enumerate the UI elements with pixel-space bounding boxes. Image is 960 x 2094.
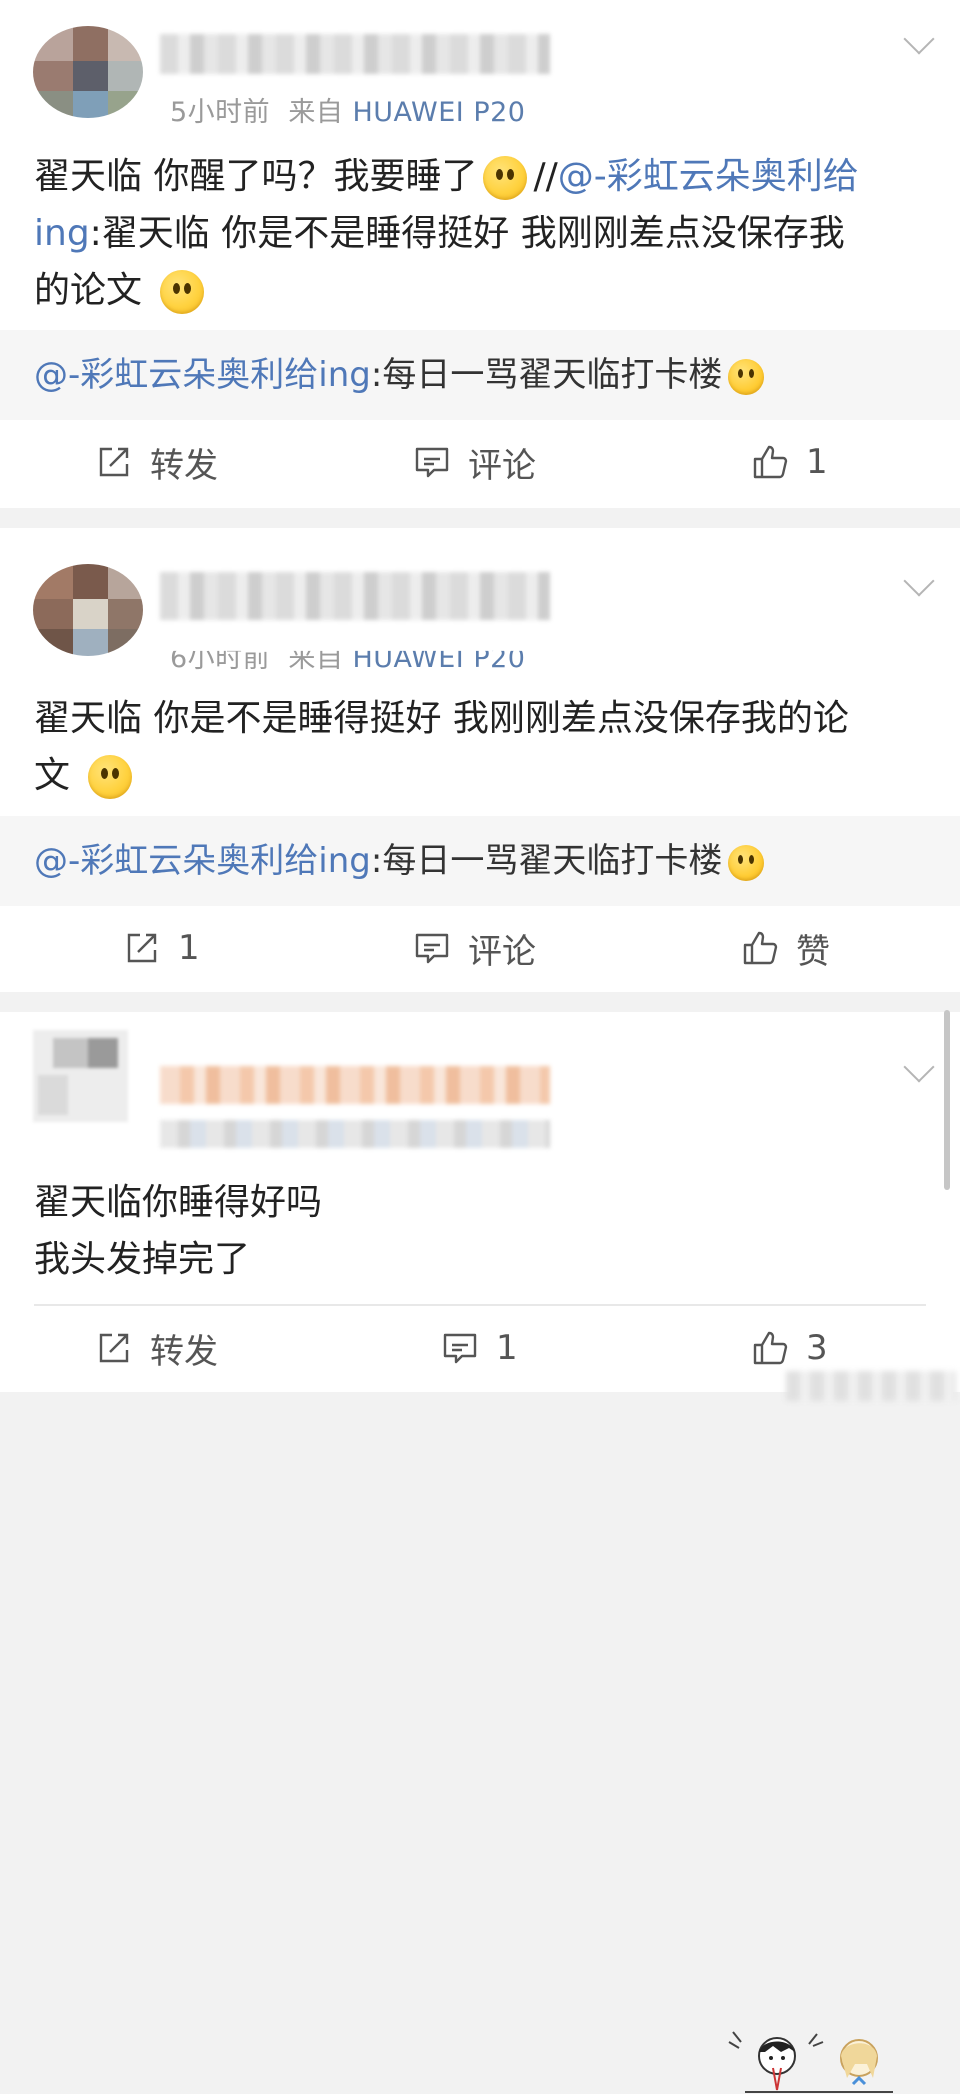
repost-source-text: :每日一骂翟天临打卡楼 bbox=[370, 841, 723, 881]
thumbs-up-icon bbox=[753, 445, 788, 479]
thinking-emoji-icon bbox=[728, 844, 765, 881]
repost-source-bar[interactable]: @-彩虹云朵奥利给ing:每日一骂翟天临打卡楼 bbox=[0, 330, 960, 420]
comment-count: 1 bbox=[496, 1328, 518, 1368]
mention-link-tail[interactable]: ing bbox=[34, 213, 90, 254]
avatar[interactable] bbox=[33, 1030, 128, 1122]
post-text: 翟天临你睡得好吗 bbox=[34, 1182, 323, 1223]
post-text: 翟天临 你醒了吗？我要睡了 bbox=[34, 156, 478, 197]
mention-link[interactable]: @-彩虹云朵奥利给 bbox=[558, 156, 859, 197]
username-blurred[interactable] bbox=[160, 34, 550, 74]
post-time: 6小时前 bbox=[170, 643, 271, 674]
repost-label: 转发 bbox=[150, 445, 218, 486]
post-device[interactable]: HUAWEI P20 bbox=[352, 651, 525, 674]
meta-blurred bbox=[160, 1120, 550, 1148]
post-time: 5小时前 bbox=[170, 97, 271, 128]
scrollbar[interactable] bbox=[944, 1010, 950, 1190]
comment-button[interactable]: 评论 bbox=[414, 420, 536, 504]
smile-emoji-icon bbox=[483, 156, 528, 200]
thumbs-up-icon bbox=[743, 931, 778, 965]
smile-emoji-icon bbox=[160, 270, 205, 314]
like-count: 3 bbox=[806, 1328, 828, 1368]
repost-source-link[interactable]: @-彩虹云朵奥利给ing bbox=[34, 841, 371, 881]
repost-count: 1 bbox=[178, 928, 200, 968]
comment-bubble-icon bbox=[443, 1333, 477, 1364]
comment-bubble-icon bbox=[415, 933, 449, 964]
post-content: 翟天临你睡得好吗 我头发掉完了 bbox=[34, 1174, 920, 1288]
post-source-label: 来自 bbox=[288, 643, 344, 674]
post-text: 文 bbox=[34, 755, 71, 796]
repost-source-link[interactable]: @-彩虹云朵奥利给ing bbox=[34, 355, 371, 395]
action-bar: 转发 评论 1 bbox=[0, 420, 960, 504]
comment-button[interactable]: 1 bbox=[442, 1306, 518, 1390]
thumbs-up-icon bbox=[753, 1331, 788, 1365]
repost-button[interactable]: 1 bbox=[124, 906, 200, 990]
thinking-emoji-icon bbox=[728, 358, 765, 395]
like-count: 1 bbox=[806, 442, 828, 482]
post-text: :翟天临 你是不是睡得挺好 我刚刚差点没保存我 bbox=[89, 213, 845, 254]
username-blurred[interactable] bbox=[160, 1066, 550, 1104]
avatar[interactable] bbox=[33, 26, 143, 118]
post-card: 6小时前 来自 HUAWEI P20 翟天临 你是不是睡得挺好 我刚刚差点没保存… bbox=[0, 528, 960, 992]
comment-bubble-icon bbox=[415, 447, 449, 478]
watermark-blurred bbox=[786, 1371, 956, 1401]
comment-label: 评论 bbox=[468, 445, 536, 486]
smile-emoji-icon bbox=[88, 755, 133, 799]
like-button[interactable]: 赞 bbox=[742, 906, 830, 990]
like-label: 赞 bbox=[796, 931, 830, 972]
post-text: 翟天临 你是不是睡得挺好 我刚刚差点没保存我的论 bbox=[34, 698, 849, 739]
share-out-icon bbox=[99, 1333, 129, 1363]
chevron-down-icon[interactable] bbox=[903, 1051, 935, 1083]
avatar[interactable] bbox=[33, 564, 143, 656]
chevron-down-icon[interactable] bbox=[903, 565, 935, 597]
post-device[interactable]: HUAWEI P20 bbox=[352, 97, 525, 128]
share-out-icon bbox=[99, 447, 129, 477]
repost-button[interactable]: 转发 bbox=[96, 1306, 218, 1390]
username-blurred[interactable] bbox=[160, 572, 550, 620]
repost-label: 转发 bbox=[150, 1331, 218, 1372]
post-card: 5小时前 来自 HUAWEI P20 翟天临 你醒了吗？我要睡了//@-彩虹云朵… bbox=[0, 0, 960, 508]
post-content: 翟天临 你醒了吗？我要睡了 //@-彩虹云朵奥利给 ing:翟天临 你是不是睡得挺好… bbox=[34, 148, 920, 319]
repost-button[interactable]: 转发 bbox=[96, 420, 218, 504]
share-out-icon bbox=[127, 933, 157, 963]
repost-mark: // bbox=[533, 156, 558, 197]
emoji-sticker-icon bbox=[728, 2031, 893, 2093]
action-bar: 1 评论 赞 bbox=[0, 906, 960, 990]
repost-source-text: :每日一骂翟天临打卡楼 bbox=[370, 355, 723, 395]
post-content: 翟天临 你是不是睡得挺好 我刚刚差点没保存我的论文 bbox=[34, 690, 920, 804]
like-button[interactable]: 1 bbox=[752, 420, 828, 504]
post-meta: 6小时前 来自 HUAWEI P20 bbox=[170, 643, 525, 675]
post-text: 的论文 bbox=[34, 270, 143, 311]
repost-source-bar[interactable]: @-彩虹云朵奥利给ing:每日一骂翟天临打卡楼 bbox=[0, 816, 960, 906]
post-meta: 5小时前 来自 HUAWEI P20 bbox=[170, 90, 525, 129]
post-card: 翟天临你睡得好吗 我头发掉完了 转发 1 3 bbox=[0, 1012, 960, 2093]
post-text: 我头发掉完了 bbox=[34, 1239, 251, 1280]
comment-button[interactable]: 评论 bbox=[414, 906, 536, 990]
post-source-label: 来自 bbox=[288, 97, 344, 128]
chevron-down-icon[interactable] bbox=[903, 23, 935, 55]
comment-label: 评论 bbox=[468, 931, 536, 972]
